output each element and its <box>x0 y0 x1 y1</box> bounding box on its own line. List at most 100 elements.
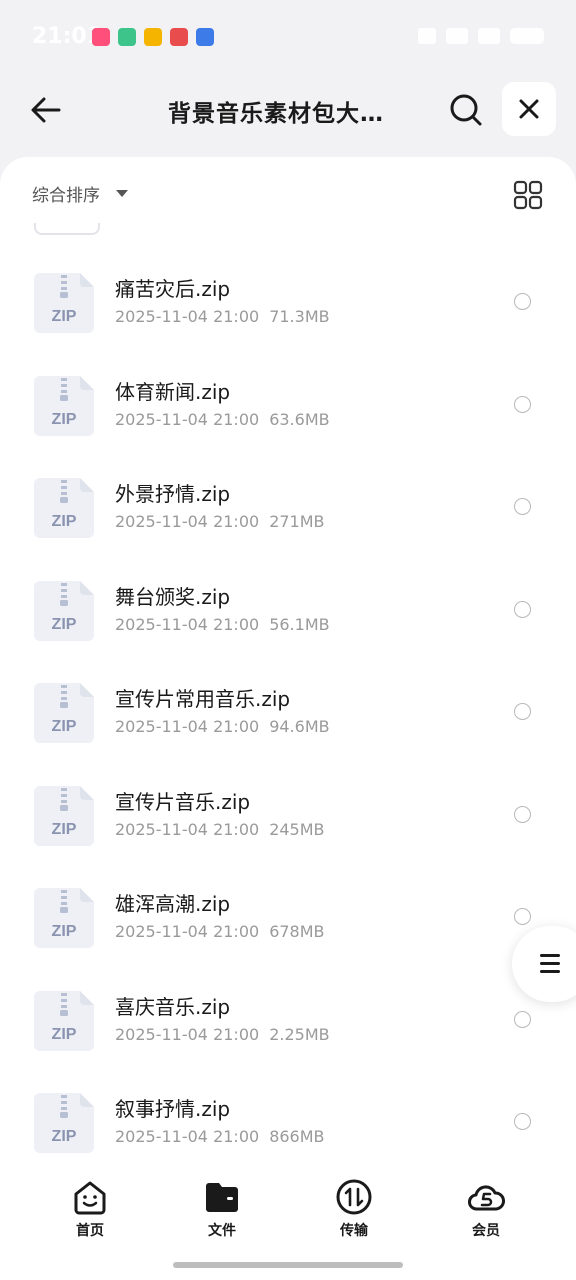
file-meta: 2025-11-04 21:00 2.25MB <box>115 1025 330 1044</box>
file-row[interactable]: ZIP 宣传片音乐.zip 2025-11-04 21:00 245MB <box>0 764 576 867</box>
file-name: 舞台颁奖.zip <box>115 584 231 609</box>
file-row[interactable]: ZIP 宣传片常用音乐.zip 2025-11-04 21:00 94.6MB <box>0 661 576 764</box>
nav-home[interactable]: 首页 <box>50 1178 130 1240</box>
file-row[interactable]: ZIP 外景抒情.zip 2025-11-04 21:00 271MB <box>0 456 576 559</box>
zip-file-icon: ZIP <box>34 375 94 436</box>
zip-file-icon: ZIP <box>34 785 94 846</box>
file-date: 2025-11-04 21:00 <box>115 512 260 531</box>
file-size: 2.25MB <box>269 1024 330 1044</box>
file-date: 2025-11-04 21:00 <box>115 307 260 326</box>
file-date: 2025-11-04 21:00 <box>115 819 260 839</box>
zip-file-icon: ZIP <box>34 683 94 743</box>
partial-file-icon <box>34 223 100 235</box>
file-size: 866MB <box>269 1127 325 1146</box>
header: 背景音乐素材包大… <box>0 76 576 156</box>
grid-view-button[interactable] <box>512 179 544 211</box>
caret-down-icon <box>116 190 128 197</box>
file-size: 71.3MB <box>269 307 330 326</box>
arrow-left-icon <box>31 97 61 123</box>
file-date: 2025-11-04 21:00 <box>115 614 260 634</box>
file-meta: 2025-11-04 21:00 866MB <box>115 1127 325 1146</box>
wifi-icon <box>418 28 436 44</box>
select-radio[interactable] <box>514 498 531 515</box>
nav-files-label: 文件 <box>208 1223 236 1239</box>
file-list-panel: 综合排序 ZIP 痛苦灾后.zip 2025-11-04 21:00 71.3MB <box>0 157 576 1280</box>
zip-file-icon: ZIP <box>34 990 94 1051</box>
zip-icon-text: ZIP <box>52 1026 77 1043</box>
file-name: 痛苦灾后.zip <box>115 277 231 301</box>
file-meta: 2025-11-04 21:00 56.1MB <box>115 615 330 634</box>
close-icon <box>519 99 539 119</box>
file-meta: 2025-11-04 21:00 678MB <box>115 922 325 941</box>
page-title: 背景音乐素材包大… <box>168 101 384 127</box>
zip-icon-text: ZIP <box>52 616 77 633</box>
select-radio[interactable] <box>514 600 531 618</box>
sort-label: 综合排序 <box>32 186 100 206</box>
file-size: 271MB <box>269 512 325 531</box>
status-indicators <box>418 28 544 44</box>
file-name: 叙事抒情.zip <box>115 1097 231 1121</box>
status-bar: 21:01 <box>0 0 576 76</box>
select-radio[interactable] <box>514 395 531 413</box>
battery-icon <box>510 28 544 44</box>
zip-file-icon: ZIP <box>34 478 94 538</box>
zip-icon-text: ZIP <box>52 718 77 735</box>
file-date: 2025-11-04 21:00 <box>115 409 260 429</box>
file-date: 2025-11-04 21:00 <box>115 717 260 736</box>
select-radio[interactable] <box>514 1010 531 1028</box>
search-button[interactable] <box>444 88 488 132</box>
signal-icon <box>478 28 500 44</box>
zip-icon-text: ZIP <box>52 308 77 325</box>
app-notification-icon <box>196 28 214 46</box>
sort-dropdown[interactable]: 综合排序 <box>32 181 128 206</box>
file-size: 678MB <box>269 922 325 941</box>
file-row[interactable]: ZIP 舞台颁奖.zip 2025-11-04 21:00 56.1MB <box>0 559 576 662</box>
transfer-icon <box>336 1179 372 1215</box>
file-date: 2025-11-04 21:00 <box>115 922 260 941</box>
file-meta: 2025-11-04 21:00 245MB <box>115 820 325 839</box>
file-meta: 2025-11-04 21:00 271MB <box>115 512 325 531</box>
zip-file-icon: ZIP <box>34 1093 94 1153</box>
zip-icon-text: ZIP <box>52 1128 77 1145</box>
file-name: 宣传片常用音乐.zip <box>115 687 291 711</box>
file-meta: 2025-11-04 21:00 63.6MB <box>115 410 330 429</box>
app-notification-icon <box>118 28 136 46</box>
back-button[interactable] <box>24 88 68 132</box>
cloud-vip-icon <box>468 1185 505 1211</box>
file-size: 63.6MB <box>269 409 330 429</box>
file-row[interactable]: ZIP 喜庆音乐.zip 2025-11-04 21:00 2.25MB <box>0 969 576 1072</box>
file-date: 2025-11-04 21:00 <box>115 1127 260 1146</box>
file-meta: 2025-11-04 21:00 71.3MB <box>115 307 330 326</box>
nav-transfer[interactable]: 传输 <box>314 1178 394 1240</box>
nav-vip[interactable]: 会员 <box>446 1178 526 1240</box>
file-name: 外景抒情.zip <box>115 482 231 506</box>
app-notification-icon <box>144 28 162 46</box>
file-meta: 2025-11-04 21:00 94.6MB <box>115 717 330 736</box>
grid-icon <box>513 180 543 210</box>
file-row[interactable]: ZIP 雄浑高潮.zip 2025-11-04 21:00 678MB <box>0 866 576 969</box>
file-name: 喜庆音乐.zip <box>115 994 231 1019</box>
close-button[interactable] <box>502 82 556 136</box>
select-radio[interactable] <box>514 908 531 925</box>
nav-vip-label: 会员 <box>472 1223 500 1239</box>
zip-file-icon: ZIP <box>34 273 94 333</box>
file-row[interactable]: ZIP 体育新闻.zip 2025-11-04 21:00 63.6MB <box>0 354 576 457</box>
select-radio[interactable] <box>514 805 531 823</box>
home-smile-icon <box>74 1181 106 1215</box>
select-radio[interactable] <box>514 703 531 720</box>
zip-icon-text: ZIP <box>52 513 77 530</box>
select-radio[interactable] <box>514 1113 531 1130</box>
zip-file-icon: ZIP <box>34 580 94 641</box>
file-name: 雄浑高潮.zip <box>115 892 231 916</box>
file-date: 2025-11-04 21:00 <box>115 1024 260 1044</box>
network-speed-icon <box>446 28 468 44</box>
nav-files[interactable]: 文件 <box>182 1178 262 1240</box>
file-row[interactable]: ZIP 叙事抒情.zip 2025-11-04 21:00 866MB <box>0 1071 576 1174</box>
nav-home-label: 首页 <box>76 1223 104 1239</box>
file-size: 94.6MB <box>269 717 330 736</box>
search-icon <box>450 94 482 126</box>
file-row[interactable]: ZIP 痛苦灾后.zip 2025-11-04 21:00 71.3MB <box>0 251 576 354</box>
select-radio[interactable] <box>514 293 531 310</box>
file-size: 56.1MB <box>269 614 330 634</box>
app-notification-icon <box>170 28 188 46</box>
